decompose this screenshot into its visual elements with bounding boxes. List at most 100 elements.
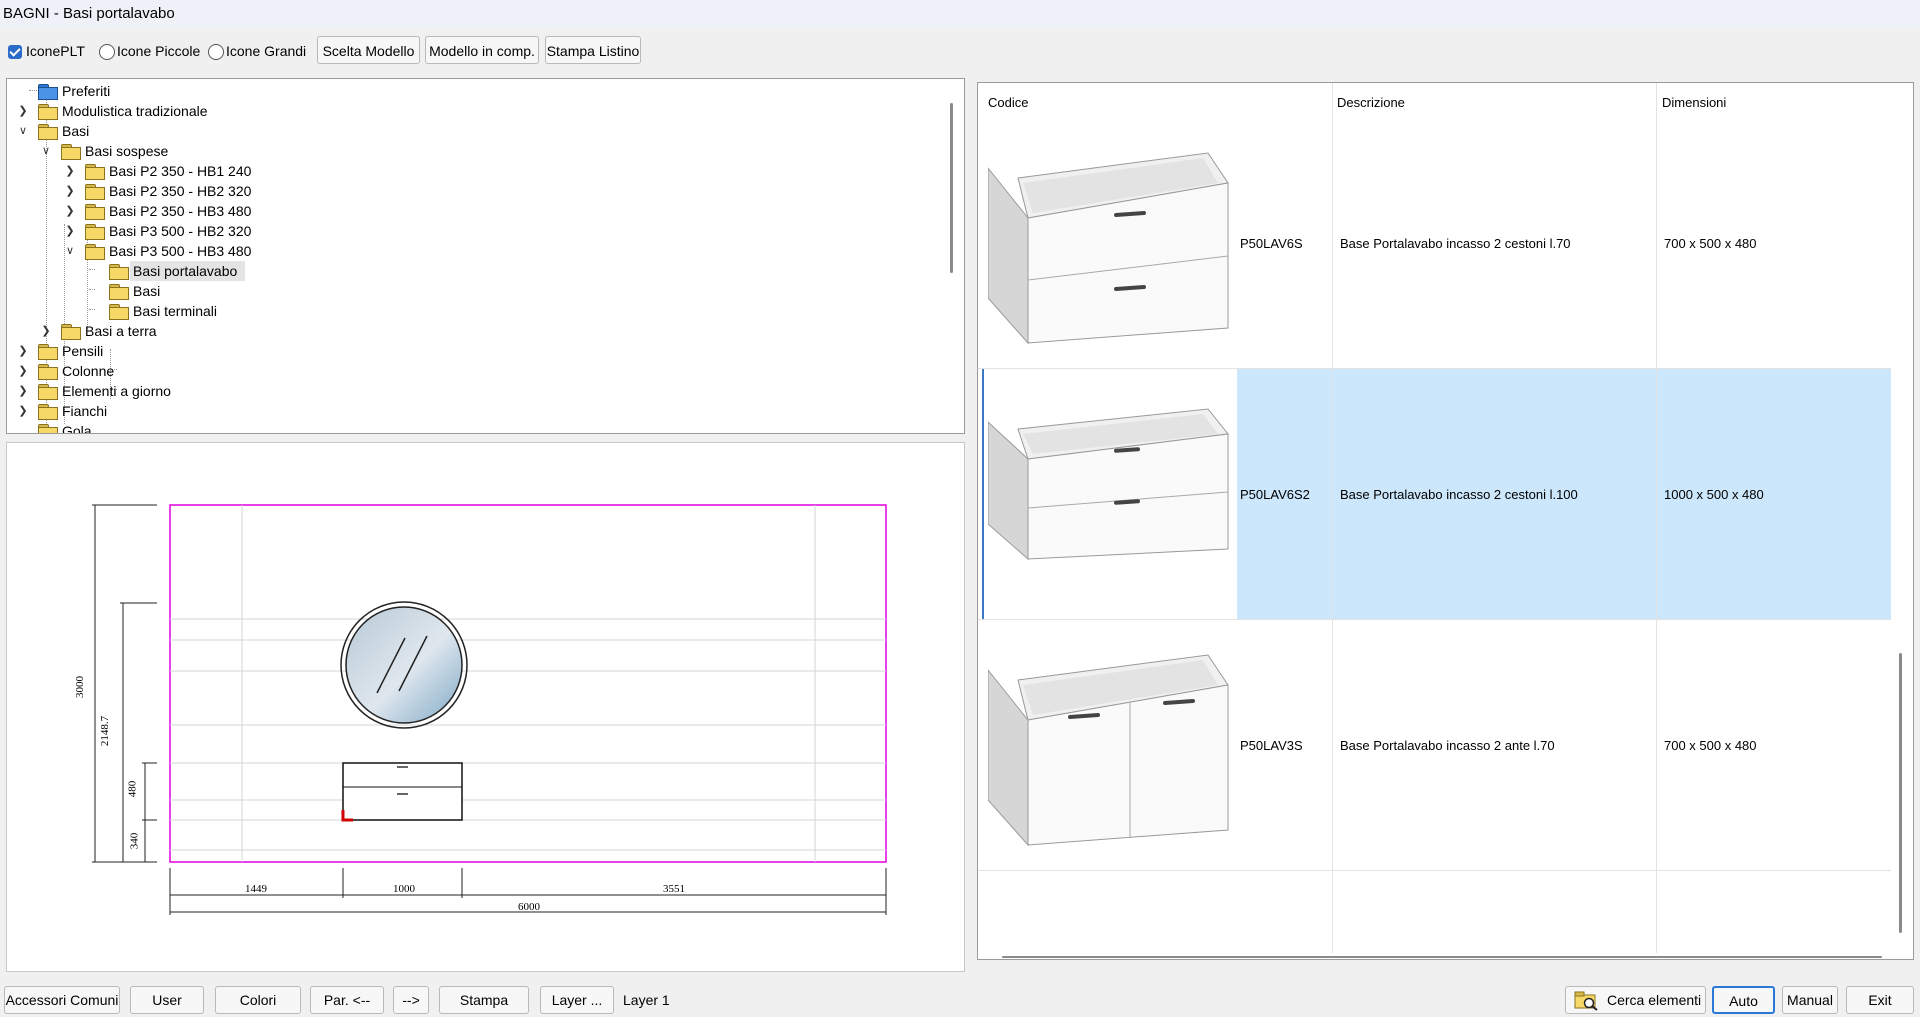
dim-width-unit: 1000	[393, 883, 415, 895]
mirror	[340, 601, 468, 729]
chevron-right-icon[interactable]: ❯	[16, 101, 30, 121]
chevron-right-icon[interactable]: ❯	[16, 341, 30, 361]
dim-height-unit: 480	[126, 780, 139, 798]
folder-icon	[38, 344, 58, 360]
folder-blue-icon	[38, 84, 58, 100]
tree-item-colonne[interactable]: ❯ Colonne	[7, 361, 947, 381]
tree-item-basi-a-terra[interactable]: ❯ Basi a terra	[7, 321, 947, 341]
folder-open-icon	[61, 144, 81, 160]
wall-outline	[169, 504, 887, 863]
tree-item-fianchi[interactable]: ❯ Fianchi	[7, 401, 947, 421]
column-header-codice[interactable]: Codice	[988, 95, 1028, 110]
tree-item-label: Basi terminali	[133, 303, 218, 319]
grid-horizontal-scrollbar[interactable]	[1002, 956, 1882, 958]
grid-vertical-scrollbar[interactable]	[1899, 653, 1902, 933]
chevron-down-icon[interactable]: ∨	[39, 141, 53, 161]
column-header-descrizione[interactable]: Descrizione	[1337, 95, 1405, 110]
auto-button[interactable]: Auto	[1712, 986, 1775, 1014]
tree-item-pensili[interactable]: ❯ Pensili	[7, 341, 947, 361]
icone-piccole-radio[interactable]	[99, 44, 115, 60]
tree-item-p2-350-hb2[interactable]: ❯ Basi P2 350 - HB2 320	[7, 181, 947, 201]
folder-icon	[85, 204, 105, 220]
cell-code: P50LAV6S2	[1240, 487, 1310, 502]
accessori-comuni-button[interactable]: Accessori Comuni	[4, 986, 120, 1014]
folder-search-icon	[1574, 991, 1598, 1011]
tree-item-basi-terminali[interactable]: Basi terminali	[7, 301, 947, 321]
tree-item-label: Basi	[62, 123, 90, 139]
tree-item-modulistica[interactable]: ❯ Modulistica tradizionale	[7, 101, 947, 121]
tree-item-p2-350-hb3[interactable]: ❯ Basi P2 350 - HB3 480	[7, 201, 947, 221]
tree-item-preferiti[interactable]: Preferiti	[7, 81, 947, 101]
tree-item-basi-leaf[interactable]: Basi	[7, 281, 947, 301]
toolbar: IconePLT Icone Piccole Icone Grandi Scel…	[0, 29, 1920, 73]
table-row[interactable]: P50LAV6S Base Portalavabo incasso 2 cest…	[978, 118, 1891, 368]
user-button[interactable]: User	[130, 986, 204, 1014]
tree-item-p3-500-hb3[interactable]: ∨ Basi P3 500 - HB3 480	[7, 241, 947, 261]
folder-icon	[38, 384, 58, 400]
modello-in-comp-button[interactable]: Modello in comp.	[425, 36, 539, 64]
chevron-right-icon[interactable]: ❯	[39, 321, 53, 341]
elevation-drawing	[92, 504, 887, 915]
tree-item-basi-portalavabo[interactable]: Basi portalavabo	[7, 261, 947, 281]
cerca-elementi-button[interactable]: Cerca elementi	[1565, 986, 1706, 1014]
drawing-view[interactable]: 3000 2148.7 480 340 1449 1000 3551 6000	[6, 442, 965, 972]
folder-icon	[109, 264, 129, 280]
par-back-button[interactable]: Par. <--	[310, 986, 384, 1014]
tree-item-label: Basi sospese	[85, 143, 169, 159]
colori-button[interactable]: Colori	[215, 986, 301, 1014]
tree-item-basi[interactable]: ∨ Basi	[7, 121, 947, 141]
chevron-right-icon[interactable]: ❯	[63, 181, 77, 201]
tree-item-label: Basi P3 500 - HB3 480	[109, 243, 252, 259]
tree-item-p3-500-hb2[interactable]: ❯ Basi P3 500 - HB2 320	[7, 221, 947, 241]
dim-height-mirror: 2148.7	[99, 715, 112, 747]
tree-item-label: Pensili	[62, 343, 104, 359]
tree-item-label: Basi portalavabo	[133, 263, 238, 279]
title-bar: BAGNI - Basi portalavabo	[0, 0, 1920, 28]
chevron-right-icon[interactable]: ❯	[63, 221, 77, 241]
layer-button[interactable]: Layer ...	[540, 986, 614, 1014]
cabinet-two-drawers-thumbnail	[988, 152, 1229, 345]
chevron-right-icon[interactable]: ❯	[16, 401, 30, 421]
tree-item-label: Modulistica tradizionale	[62, 103, 208, 119]
row-separator	[978, 870, 1891, 871]
exit-button[interactable]: Exit	[1846, 986, 1914, 1014]
folder-icon	[85, 164, 105, 180]
chevron-right-icon[interactable]: ❯	[16, 361, 30, 381]
stampa-listino-button[interactable]: Stampa Listino	[545, 36, 641, 64]
items-grid[interactable]: Codice Descrizione Dimensioni P50LAV6S B…	[977, 82, 1914, 960]
icone-grandi-radio[interactable]	[208, 44, 224, 60]
column-header-dimensioni[interactable]: Dimensioni	[1662, 95, 1726, 110]
chevron-down-icon[interactable]: ∨	[16, 121, 30, 141]
tree-item-basi-sospese[interactable]: ∨ Basi sospese	[7, 141, 947, 161]
icone-plt-checkbox[interactable]	[8, 45, 22, 59]
chevron-down-icon[interactable]: ∨	[63, 241, 77, 261]
chevron-right-icon[interactable]: ❯	[63, 201, 77, 221]
layer-value: Layer 1	[623, 992, 670, 1008]
chevron-right-icon[interactable]: ❯	[63, 161, 77, 181]
dim-width-total: 6000	[518, 901, 540, 913]
tree-item-label: Basi P2 350 - HB2 320	[109, 183, 252, 199]
dim-height-total: 3000	[74, 676, 86, 698]
tree-item-p2-350-hb1[interactable]: ❯ Basi P2 350 - HB1 240	[7, 161, 947, 181]
icone-piccole-label[interactable]: Icone Piccole	[117, 43, 200, 59]
icone-plt-label[interactable]: IconePLT	[26, 43, 85, 59]
scelta-modello-button[interactable]: Scelta Modello	[317, 36, 420, 64]
dim-width-left: 1449	[245, 883, 267, 895]
stampa-button[interactable]: Stampa	[439, 986, 529, 1014]
table-row[interactable]: P50LAV3S Base Portalavabo incasso 2 ante…	[978, 620, 1891, 870]
tree-item-gola[interactable]: Gola	[7, 421, 947, 433]
tree-item-label: Elementi a giorno	[62, 383, 171, 399]
category-tree[interactable]: Preferiti ❯ Modulistica tradizionale ∨ B…	[6, 78, 965, 434]
icone-grandi-label[interactable]: Icone Grandi	[226, 43, 306, 59]
forward-button[interactable]: -->	[393, 986, 429, 1014]
folder-icon	[38, 104, 58, 120]
manual-button[interactable]: Manual	[1782, 986, 1838, 1014]
folder-icon	[38, 364, 58, 380]
table-row[interactable]: P50LAV6S2 Base Portalavabo incasso 2 ces…	[978, 369, 1891, 619]
tree-item-label: Basi	[133, 283, 161, 299]
tree-item-elementi-a-giorno[interactable]: ❯ Elementi a giorno	[7, 381, 947, 401]
folder-icon	[61, 324, 81, 340]
chevron-right-icon[interactable]: ❯	[16, 381, 30, 401]
tree-scrollbar[interactable]	[950, 103, 953, 273]
cell-description: Base Portalavabo incasso 2 cestoni l.70	[1340, 236, 1571, 251]
